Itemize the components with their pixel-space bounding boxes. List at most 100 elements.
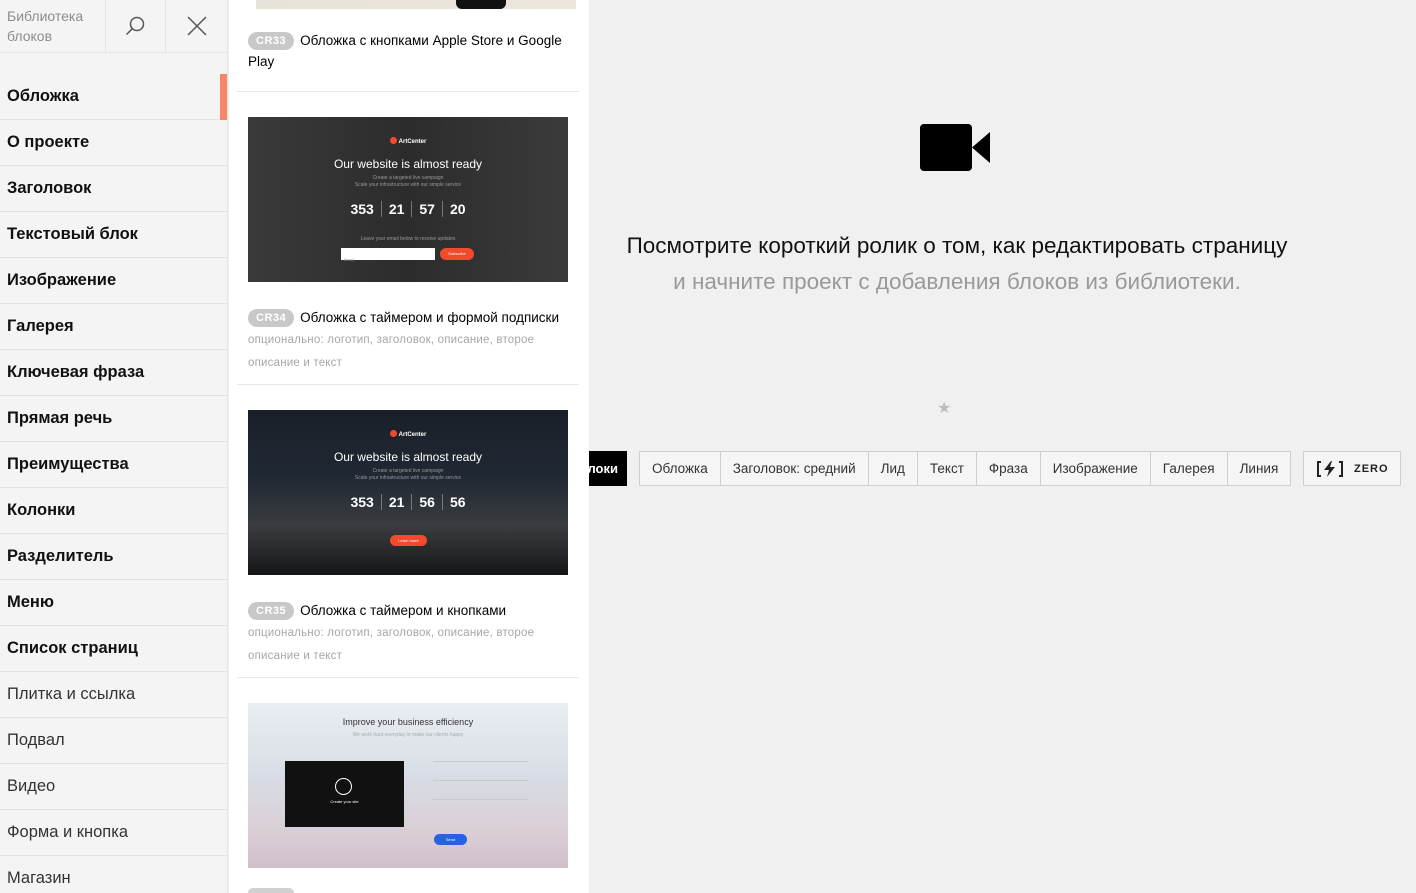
thumb-form-lines xyxy=(433,761,528,818)
thumb-sub2: Scale your infrastructure with our simpl… xyxy=(354,475,462,481)
search-button[interactable] xyxy=(106,0,167,52)
thumb-title: Improve your business efficiency xyxy=(342,717,474,727)
quick-block-image[interactable]: Изображение xyxy=(1039,452,1150,485)
video-camera-icon xyxy=(920,124,990,171)
timer-seconds: 56 xyxy=(441,494,473,510)
sidebar-item-text-block[interactable]: Текстовый блок xyxy=(0,212,227,258)
card-caption: CR35 Обложка с таймером и кнопками опцион… xyxy=(248,600,568,667)
sidebar-item-page-list[interactable]: Список страниц xyxy=(0,626,227,672)
thumb-subtitle: We work hard everyday to make our client… xyxy=(352,732,464,738)
thumb-learn-more-button: Learn more xyxy=(390,535,427,546)
video-tutorial-button[interactable] xyxy=(920,124,990,176)
card-thumbnail-next[interactable]: Improve your business efficiency We work… xyxy=(248,703,568,868)
timer-days: 353 xyxy=(350,201,374,217)
timer-hours: 21 xyxy=(380,494,412,510)
quick-block-phrase[interactable]: Фраза xyxy=(975,452,1040,485)
sidebar-item-menu[interactable]: Меню xyxy=(0,580,227,626)
block-card-cr33[interactable]: CR33 Обложка с кнопками Apple Store и Goo… xyxy=(237,0,579,92)
thumb-send-label: Send xyxy=(445,837,456,842)
card-thumbnail-cr35[interactable]: ArtCenter Our website is almost ready Cr… xyxy=(248,410,568,575)
block-code-badge: CR33 xyxy=(248,32,295,50)
quick-block-toolbar: Все блоки Обложка Заголовок: средний Лид… xyxy=(589,451,1402,486)
thumb-learn-more-label: Learn more xyxy=(398,538,419,543)
sidebar-item-tiles-links[interactable]: Плитка и ссылка xyxy=(0,672,227,718)
sidebar-item-divider[interactable]: Разделитель xyxy=(0,534,227,580)
thumb-sub1: Create a targeted live campaign xyxy=(372,468,444,474)
sidebar-item-form-button[interactable]: Форма и кнопка xyxy=(0,810,227,856)
quick-block-text[interactable]: Текст xyxy=(916,452,976,485)
zero-block-button[interactable]: ZERO xyxy=(1303,451,1402,486)
app-root: Библиотека блоков Обложка О проекте Заго… xyxy=(0,0,1416,893)
all-blocks-label: Все блоки xyxy=(589,461,618,476)
card-title: Обложка с таймером и кнопками xyxy=(300,603,507,618)
star-icon[interactable]: ★ xyxy=(937,398,951,418)
thumb-subtitle: Create a targeted live campaign Scale you… xyxy=(248,175,568,189)
page-editor-area: Посмотрите короткий ролик о том, как ред… xyxy=(589,0,1416,893)
thumb-logo: ArtCenter xyxy=(248,137,568,145)
quick-block-lead[interactable]: Лид xyxy=(867,452,917,485)
logo-dot xyxy=(389,430,397,437)
timer-seconds: 20 xyxy=(441,201,473,217)
phone-mockup xyxy=(456,0,506,9)
block-card-cr34[interactable]: ArtCenter Our website is almost ready Cr… xyxy=(237,117,579,385)
sidebar-item-shop[interactable]: Магазин xyxy=(0,856,227,893)
timer-hours: 21 xyxy=(380,201,412,217)
thumb-logo: ArtCenter xyxy=(248,430,568,438)
block-card-cr35[interactable]: ArtCenter Our website is almost ready Cr… xyxy=(237,410,579,678)
card-title: Обложка с таймером и формой подписки xyxy=(300,310,559,325)
sidebar-item-about[interactable]: О проекте xyxy=(0,120,227,166)
sidebar-item-key-phrase[interactable]: Ключевая фраза xyxy=(0,350,227,396)
sidebar-item-columns[interactable]: Колонки xyxy=(0,488,227,534)
intro-subline: и начните проект с добавления блоков из … xyxy=(673,269,1241,294)
thumb-timer: 353 21 56 56 xyxy=(248,494,568,510)
sidebar-item-video[interactable]: Видео xyxy=(0,764,227,810)
sidebar-item-heading[interactable]: Заголовок xyxy=(0,166,227,212)
card-thumbnail-cr34[interactable]: ArtCenter Our website is almost ready Cr… xyxy=(248,117,568,282)
zero-block-icon xyxy=(1317,460,1343,477)
thumb-subscribe-button: Subscribe xyxy=(440,248,474,260)
sidebar-header: Библиотека блоков xyxy=(0,0,227,53)
play-ring-icon xyxy=(335,778,352,795)
quick-block-heading-medium[interactable]: Заголовок: средний xyxy=(719,452,868,485)
zero-label: ZERO xyxy=(1354,462,1389,475)
thumb-note: Leave your email below to receive update… xyxy=(360,236,456,242)
close-button[interactable] xyxy=(166,0,227,52)
thumb-title: Our website is almost ready xyxy=(333,157,483,171)
search-icon xyxy=(126,16,145,36)
sidebar-item-quote[interactable]: Прямая речь xyxy=(0,396,227,442)
quick-block-line[interactable]: Линия xyxy=(1226,452,1291,485)
card-thumbnail-cr33[interactable] xyxy=(256,0,576,9)
quick-block-cover[interactable]: Обложка xyxy=(640,452,720,485)
card-caption: CR34 Обложка с таймером и формой подписки… xyxy=(248,307,568,374)
intro-headline: Посмотрите короткий ролик о том, как ред… xyxy=(626,233,1288,258)
card-optional-note: опционально: логотип, заголовок, описани… xyxy=(248,334,535,369)
timer-days: 353 xyxy=(350,494,374,510)
sidebar-item-image[interactable]: Изображение xyxy=(0,258,227,304)
thumb-send-button: Send xyxy=(434,834,467,845)
all-blocks-button[interactable]: Все блоки xyxy=(589,451,627,486)
sidebar-item-footer[interactable]: Подвал xyxy=(0,718,227,764)
block-code-badge-partial xyxy=(248,888,294,893)
timer-minutes: 56 xyxy=(411,494,442,510)
quick-block-gallery[interactable]: Галерея xyxy=(1149,452,1227,485)
sidebar-item-gallery[interactable]: Галерея xyxy=(0,304,227,350)
block-card-next[interactable]: Improve your business efficiency We work… xyxy=(237,703,579,893)
logo-dot xyxy=(389,137,397,144)
thumb-video-frame: Create your site xyxy=(285,761,404,827)
thumb-email-placeholder: Email xyxy=(344,257,355,262)
quick-block-group: Обложка Заголовок: средний Лид Текст Фра… xyxy=(639,451,1292,486)
sidebar-item-features[interactable]: Преимущества xyxy=(0,442,227,488)
thumb-title: Our website is almost ready xyxy=(333,450,483,464)
thumb-video-caption: Create your site xyxy=(330,799,359,804)
card-title: Обложка с кнопками Apple Store и Google … xyxy=(248,33,562,69)
sidebar-item-cover[interactable]: Обложка xyxy=(0,74,227,120)
thumb-subscribe-label: Subscribe xyxy=(448,251,466,256)
block-code-badge: CR35 xyxy=(248,602,295,620)
thumb-timer: 353 21 57 20 xyxy=(248,201,568,217)
block-library-sidebar: Библиотека блоков Обложка О проекте Заго… xyxy=(0,0,228,893)
category-list: Обложка О проекте Заголовок Текстовый бл… xyxy=(0,74,227,893)
block-code-badge: CR34 xyxy=(248,309,295,327)
sidebar-title: Библиотека блоков xyxy=(0,0,106,52)
thumb-logo-text: ArtCenter xyxy=(398,139,427,145)
thumb-sub2: Scale your infrastructure with our simpl… xyxy=(354,182,462,188)
